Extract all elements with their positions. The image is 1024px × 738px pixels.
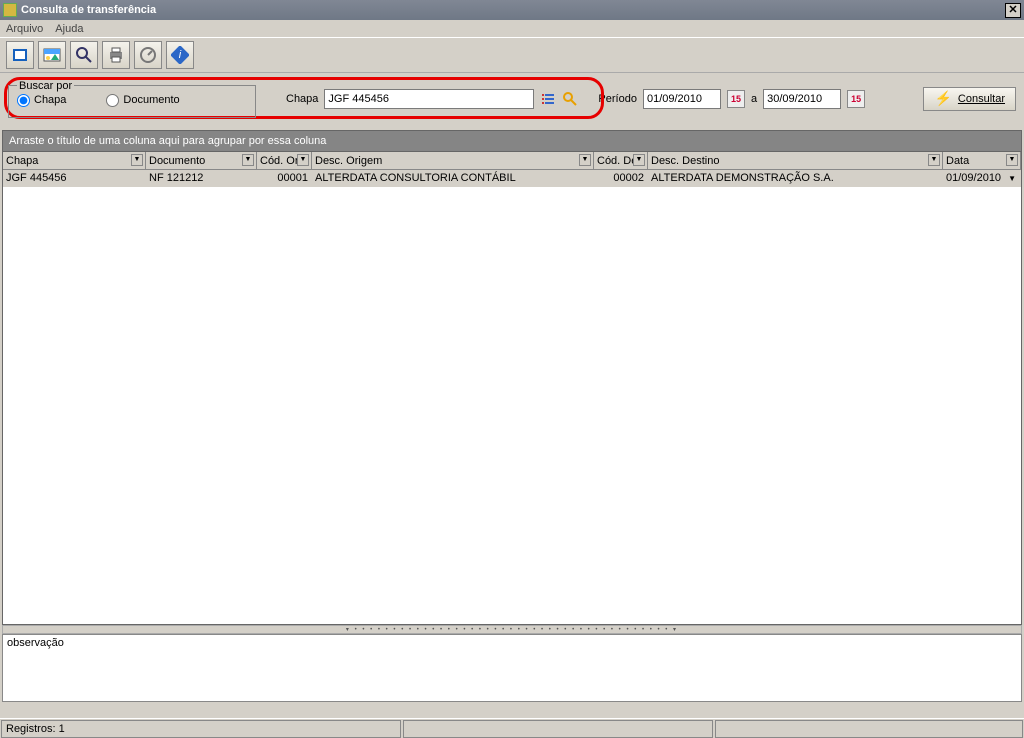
buscar-por-group: Buscar por Chapa Documento xyxy=(8,80,256,118)
observation-label: observação xyxy=(7,637,64,649)
periodo-label: Período xyxy=(598,93,637,105)
col-header-cod-origem[interactable]: Cód. Or▼ xyxy=(257,152,312,169)
col-header-desc-destino[interactable]: Desc. Destino▼ xyxy=(648,152,943,169)
radio-chapa-label[interactable]: Chapa xyxy=(17,94,66,107)
menu-arquivo[interactable]: Arquivo xyxy=(6,23,43,35)
chevron-down-icon[interactable]: ▼ xyxy=(633,154,645,166)
chevron-down-icon[interactable]: ▼ xyxy=(928,154,940,166)
toolbar-search-button[interactable] xyxy=(70,41,98,69)
list-icon[interactable] xyxy=(540,91,556,107)
cell-cod-origem: 00001 xyxy=(257,170,312,186)
chevron-down-icon[interactable]: ▼ xyxy=(1006,154,1018,166)
search-icon[interactable] xyxy=(562,91,578,107)
chevron-down-icon[interactable]: ▼ xyxy=(297,154,309,166)
chevron-down-icon[interactable]: ▼ xyxy=(579,154,591,166)
col-header-desc-origem[interactable]: Desc. Origem▼ xyxy=(312,152,594,169)
results-grid: Chapa▼ Documento▼ Cód. Or▼ Desc. Origem▼… xyxy=(2,151,1022,625)
chapa-input[interactable] xyxy=(324,89,534,109)
toolbar-print-button[interactable] xyxy=(102,41,130,69)
table-row[interactable]: JGF 445456 NF 121212 00001 ALTERDATA CON… xyxy=(3,170,1021,187)
status-registros: Registros: 1 xyxy=(1,720,401,738)
radio-documento-label[interactable]: Documento xyxy=(106,94,179,107)
buscar-por-legend: Buscar por xyxy=(17,80,74,92)
cell-desc-origem: ALTERDATA CONSULTORIA CONTÁBIL xyxy=(312,170,594,186)
status-bar: Registros: 1 xyxy=(0,718,1024,738)
chevron-down-icon[interactable]: ▼ xyxy=(242,154,254,166)
grid-body[interactable]: JGF 445456 NF 121212 00001 ALTERDATA CON… xyxy=(3,170,1021,624)
chevron-down-icon[interactable]: ▼ xyxy=(131,154,143,166)
toolbar-gauge-button[interactable] xyxy=(134,41,162,69)
radio-documento[interactable] xyxy=(106,94,119,107)
consultar-button[interactable]: ⚡ Consultar xyxy=(923,87,1016,111)
date-from-input[interactable] xyxy=(643,89,721,109)
date-separator: a xyxy=(751,93,757,105)
app-icon xyxy=(3,3,17,17)
menu-bar: Arquivo Ajuda xyxy=(0,20,1024,38)
title-bar: Consulta de transferência ✕ xyxy=(0,0,1024,20)
date-to-input[interactable] xyxy=(763,89,841,109)
group-by-bar[interactable]: Arraste o título de uma coluna aqui para… xyxy=(2,130,1022,151)
toolbar: i xyxy=(0,38,1024,72)
col-header-chapa[interactable]: Chapa▼ xyxy=(3,152,146,169)
observation-panel: observação xyxy=(2,634,1022,702)
calendar-from-icon[interactable]: 15 xyxy=(727,90,745,108)
splitter-handle[interactable]: ▾ • • • • • • • • • • • • • • • • • • • … xyxy=(2,625,1022,634)
toolbar-info-button[interactable]: i xyxy=(166,41,194,69)
grid-header: Chapa▼ Documento▼ Cód. Or▼ Desc. Origem▼… xyxy=(3,152,1021,170)
col-header-data[interactable]: Data▼ xyxy=(943,152,1021,169)
close-button[interactable]: ✕ xyxy=(1005,3,1021,18)
calendar-to-icon[interactable]: 15 xyxy=(847,90,865,108)
col-header-documento[interactable]: Documento▼ xyxy=(146,152,257,169)
col-header-cod-destino[interactable]: Cód. De▼ xyxy=(594,152,648,169)
status-right xyxy=(715,720,1023,738)
toolbar-new-button[interactable] xyxy=(6,41,34,69)
chevron-down-icon[interactable]: ▼ xyxy=(1008,174,1016,183)
cell-chapa: JGF 445456 xyxy=(3,170,146,186)
menu-ajuda[interactable]: Ajuda xyxy=(55,23,83,35)
chapa-label: Chapa xyxy=(286,93,318,105)
radio-chapa[interactable] xyxy=(17,94,30,107)
toolbar-image-button[interactable] xyxy=(38,41,66,69)
cell-documento: NF 121212 xyxy=(146,170,257,186)
cell-data: 01/09/2010▼ xyxy=(943,170,1021,186)
status-mid xyxy=(403,720,713,738)
window-title: Consulta de transferência xyxy=(21,4,1005,16)
bolt-icon: ⚡ xyxy=(934,90,951,107)
cell-cod-destino: 00002 xyxy=(594,170,648,186)
cell-desc-destino: ALTERDATA DEMONSTRAÇÃO S.A. xyxy=(648,170,943,186)
search-panel: Buscar por Chapa Documento Chapa Período… xyxy=(0,72,1024,124)
